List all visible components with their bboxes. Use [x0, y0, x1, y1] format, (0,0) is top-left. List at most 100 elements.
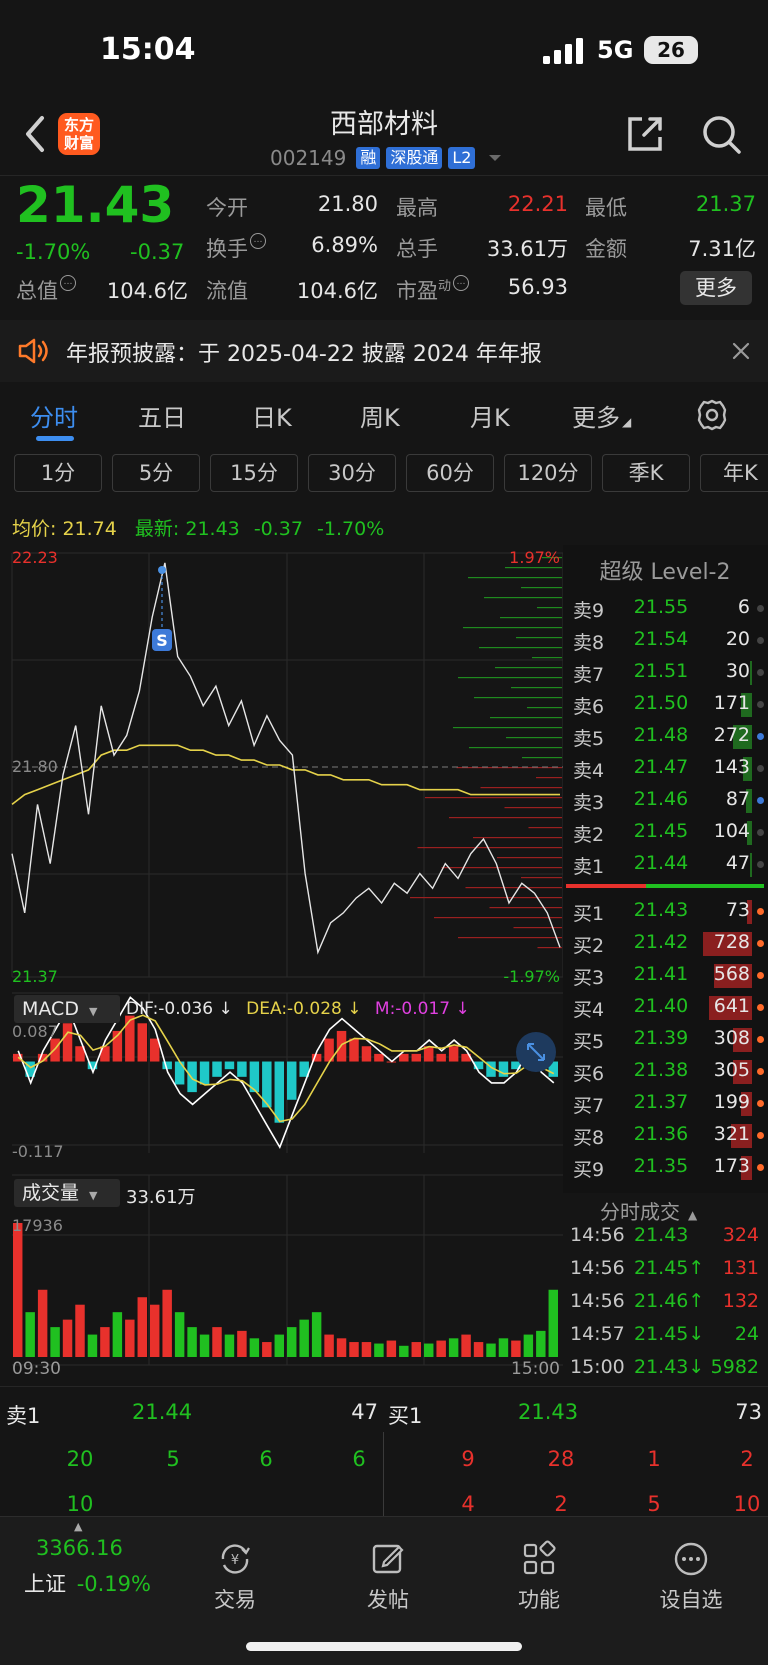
tab-intraday[interactable]: 分时 [30, 398, 78, 433]
level-volume: 641 [713, 995, 750, 1017]
trade-time: 14:57 [570, 1323, 625, 1345]
macd-bar [237, 1061, 247, 1077]
stock-code: 002149 [270, 146, 347, 170]
home-indicator[interactable] [246, 1642, 522, 1651]
volume-bar [411, 1342, 421, 1357]
stock-code-row[interactable]: 002149 融 深股通 L2 [270, 145, 503, 171]
queue-order: 20 [66, 1447, 94, 1471]
ask-row[interactable]: 卖8 21.54 20 [565, 624, 768, 656]
ratio-bar-green [646, 884, 764, 888]
indicator-dropdown[interactable]: MACD ▼ [14, 995, 120, 1023]
bid-row[interactable]: 买2 21.42 728 [565, 927, 768, 959]
trade-volume: 131 [722, 1257, 759, 1279]
bid-row[interactable]: 买6 21.38 305 [565, 1055, 768, 1087]
ask-row[interactable]: 卖2 21.45 104 [565, 816, 768, 848]
bid-row[interactable]: 买9 21.35 173 [565, 1151, 768, 1183]
last-price: 21.43 [16, 176, 175, 234]
level-label: 买6 [573, 1063, 605, 1085]
bid-row[interactable]: 买5 21.39 308 [565, 1023, 768, 1055]
index-row[interactable]: 上证 -0.19% [24, 1568, 151, 1598]
period-60min[interactable]: 60分 [406, 454, 494, 492]
bid-row[interactable]: 买4 21.40 641 [565, 991, 768, 1023]
ask-row[interactable]: 卖7 21.51 30 [565, 656, 768, 688]
depth-bar [474, 697, 562, 699]
volume-dropdown[interactable]: 成交量 ▼ [14, 1179, 120, 1207]
level-label: 买1 [573, 903, 605, 925]
level-volume: 73 [725, 899, 750, 921]
period-15min[interactable]: 15分 [210, 454, 298, 492]
ask-row[interactable]: 卖6 21.50 171 [565, 688, 768, 720]
level-volume: 87 [725, 788, 750, 810]
nav-trade[interactable]: ¥ 交易 [180, 1540, 290, 1614]
ask-row[interactable]: 卖3 21.46 87 [565, 784, 768, 816]
queue-order: 5 [647, 1492, 661, 1516]
close-icon[interactable] [730, 340, 752, 362]
market-cap-label[interactable]: 总值… [16, 275, 76, 305]
depth-bar [528, 827, 562, 829]
queue-order: 5 [166, 1447, 180, 1471]
tab-weekly-k[interactable]: 周K [360, 398, 400, 433]
queue-order: 10 [733, 1492, 761, 1516]
bid-row[interactable]: 买3 21.41 568 [565, 959, 768, 991]
level-volume: 171 [713, 692, 750, 714]
ask-row[interactable]: 卖4 21.47 143 [565, 752, 768, 784]
trade-row: 15:00 21.43↓ 5982 [570, 1356, 765, 1384]
order-dot [757, 1132, 764, 1139]
ask-row[interactable]: 卖5 21.48 272 [565, 720, 768, 752]
ask-row[interactable]: 卖9 21.55 6 [565, 592, 768, 624]
order-dot [757, 861, 764, 868]
volume-bar [224, 1334, 235, 1357]
time-end-label: 15:00 [511, 1359, 560, 1379]
tab-five-day[interactable]: 五日 [138, 398, 186, 433]
tab-more[interactable]: 更多 ◢ [572, 398, 631, 433]
intraday-chart[interactable]: S 22.23 1.97% 21.80 21.37 -1.97% 0.087 -… [0, 545, 563, 1385]
search-icon[interactable] [700, 113, 742, 155]
period-120min[interactable]: 120分 [504, 454, 592, 492]
level-price: 21.42 [633, 931, 689, 953]
depth-bar [490, 717, 562, 719]
queue-order: 28 [547, 1447, 575, 1471]
gear-icon[interactable] [695, 398, 729, 432]
period-5min[interactable]: 5分 [112, 454, 200, 492]
macd-dea-line [17, 1014, 555, 1123]
level2-title[interactable]: 超级 Level-2 [565, 554, 765, 586]
level-price: 21.39 [633, 1027, 689, 1049]
tab-daily-k[interactable]: 日K [252, 398, 292, 433]
bid-row[interactable]: 买1 21.43 73 [565, 895, 768, 927]
period-quarter-k[interactable]: 季K [602, 454, 690, 492]
ask-row[interactable]: 卖1 21.44 47 [565, 848, 768, 880]
volume-bar [199, 1334, 210, 1357]
period-year-k[interactable]: 年K [700, 454, 768, 492]
period-30min[interactable]: 30分 [308, 454, 396, 492]
depth-bar [489, 907, 562, 909]
nav-post[interactable]: 发帖 [333, 1540, 443, 1614]
volume-bar [62, 1319, 73, 1357]
level-label: 卖4 [573, 760, 605, 782]
order-dot [757, 940, 764, 947]
share-icon[interactable] [624, 113, 666, 155]
macd-bar [274, 1061, 284, 1123]
bid-row[interactable]: 买7 21.37 199 [565, 1087, 768, 1119]
time-sales-title[interactable]: 分时成交 ▲ [600, 1196, 697, 1225]
volume-bar [349, 1342, 359, 1357]
turnover-label[interactable]: 换手… [206, 233, 266, 263]
period-1min[interactable]: 1分 [14, 454, 102, 492]
trade-row: 14:56 21.46↑ 132 [570, 1290, 765, 1318]
macd-bar [411, 1053, 421, 1062]
nav-add-watchlist[interactable]: 设自选 [636, 1540, 746, 1614]
nav-functions[interactable]: 功能 [484, 1540, 594, 1614]
macd-bar [361, 1046, 372, 1062]
volume-bar [473, 1342, 484, 1357]
macd-bar [374, 1053, 384, 1062]
volume-bar [361, 1342, 372, 1357]
more-button[interactable]: 更多 [680, 271, 752, 305]
macd-bar [287, 1061, 297, 1100]
bid-row[interactable]: 买8 21.36 321 [565, 1119, 768, 1151]
index-value[interactable]: 3366.16 [36, 1536, 123, 1560]
macd-values: DIF:-0.036 ↓ DEA:-0.028 ↓ M:-0.017 ↓ [126, 999, 470, 1019]
pe-label[interactable]: 市盈动… [396, 275, 470, 305]
level-price: 21.35 [633, 1155, 689, 1177]
tab-monthly-k[interactable]: 月K [470, 398, 510, 433]
order-dot [757, 972, 764, 979]
level-label: 卖2 [573, 824, 605, 846]
